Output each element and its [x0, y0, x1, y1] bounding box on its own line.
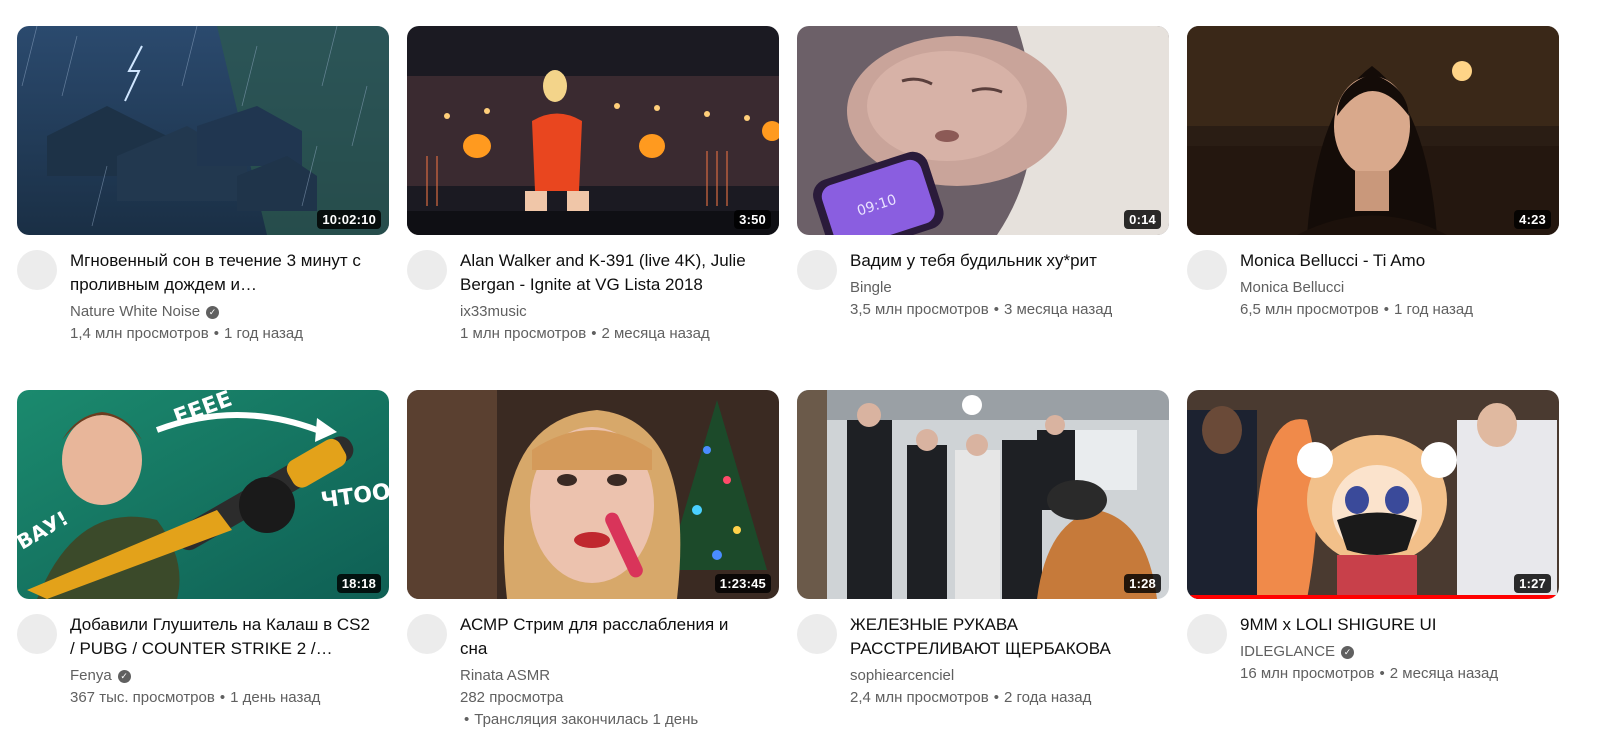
- channel-avatar[interactable]: [407, 614, 447, 654]
- video-card[interactable]: EEEE ЧТОО? ВАУ! 18:18 Добавили Глушитель…: [17, 390, 389, 754]
- watch-progress-fill: [1187, 595, 1559, 599]
- video-card[interactable]: 4:23 Monica Bellucci - Ti Amo Monica Bel…: [1187, 26, 1559, 390]
- gamer-silencer-thumbnail: EEEE ЧТОО? ВАУ!: [17, 390, 389, 599]
- video-stats: 1,4 млн просмотров • 1 год назад: [70, 325, 303, 342]
- video-thumbnail[interactable]: 1:28: [797, 390, 1169, 599]
- video-stats: 1 млн просмотров • 2 месяца назад: [460, 325, 710, 342]
- asmr-christmas-thumbnail: [407, 390, 779, 599]
- channel-avatar[interactable]: [1187, 614, 1227, 654]
- rainy-village-thumbnail: [17, 26, 389, 235]
- channel-avatar[interactable]: [17, 614, 57, 654]
- channel-name[interactable]: Monica Bellucci: [1240, 277, 1540, 299]
- channel-name[interactable]: Rinata ASMR: [460, 665, 760, 687]
- verified-icon: ✓: [206, 305, 220, 319]
- channel-avatar[interactable]: [797, 614, 837, 654]
- video-card[interactable]: 1:27 9MM x LOLI SHIGURE UI IDLEGLANCE ✓ …: [1187, 390, 1559, 754]
- upload-age: Трансляция закончилась 1 день: [474, 711, 699, 728]
- channel-name[interactable]: sophiearcenciel: [850, 665, 1150, 687]
- duration-badge: 10:02:10: [317, 210, 381, 229]
- video-stats: 3,5 млн просмотров • 3 месяца назад: [850, 301, 1113, 318]
- channel-name[interactable]: IDLEGLANCE ✓: [1240, 641, 1540, 663]
- video-card[interactable]: 1:23:45 АСМР Стрим для расслабления и сн…: [407, 390, 779, 754]
- duration-badge: 1:23:45: [714, 574, 771, 593]
- channel-avatar[interactable]: [1187, 250, 1227, 290]
- verified-icon: ✓: [1341, 645, 1355, 659]
- video-title[interactable]: Мгновенный сон в течение 3 минут с проли…: [70, 249, 370, 297]
- upload-age: 1 год назад: [223, 325, 303, 342]
- view-count: 16 млн просмотров: [1240, 665, 1375, 682]
- channel-avatar[interactable]: [407, 250, 447, 290]
- verified-icon: ✓: [117, 669, 131, 683]
- channel-name-text[interactable]: IDLEGLANCE: [1240, 641, 1335, 663]
- upload-age: 2 месяца назад: [1389, 665, 1499, 682]
- video-stats: 367 тыс. просмотров • 1 день назад: [70, 689, 321, 706]
- channel-name-text[interactable]: Rinata ASMR: [460, 665, 550, 687]
- upload-age: 2 месяца назад: [601, 325, 710, 342]
- channel-name[interactable]: Fenya ✓: [70, 665, 370, 687]
- video-thumbnail[interactable]: 10:02:10: [17, 26, 389, 235]
- duration-badge: 1:28: [1124, 574, 1161, 593]
- concert-stage-thumbnail: [407, 26, 779, 235]
- video-thumbnail[interactable]: 09:10 0:14: [797, 26, 1169, 235]
- video-card[interactable]: 10:02:10 Мгновенный сон в течение 3 мину…: [17, 26, 389, 390]
- video-thumbnail[interactable]: 3:50: [407, 26, 779, 235]
- channel-name-text[interactable]: Fenya: [70, 665, 112, 687]
- video-title[interactable]: 9MM x LOLI SHIGURE UI: [1240, 613, 1540, 637]
- channel-name-text[interactable]: Monica Bellucci: [1240, 277, 1344, 299]
- video-title[interactable]: АСМР Стрим для расслабления и сна: [460, 613, 760, 661]
- duration-badge: 3:50: [734, 210, 771, 229]
- anime-rappers-thumbnail: [1187, 390, 1559, 599]
- channel-name[interactable]: Bingle: [850, 277, 1150, 299]
- duration-badge: 0:14: [1124, 210, 1161, 229]
- video-thumbnail[interactable]: 1:27: [1187, 390, 1559, 599]
- upload-age: 1 день назад: [230, 689, 321, 706]
- woman-portrait-thumbnail: [1187, 26, 1559, 235]
- video-stats: 2,4 млн просмотров • 2 года назад: [850, 689, 1092, 706]
- duration-badge: 1:27: [1514, 574, 1551, 593]
- upload-age: 1 год назад: [1393, 301, 1473, 318]
- video-title[interactable]: Monica Bellucci - Ti Amo: [1240, 249, 1540, 273]
- channel-name-text[interactable]: Nature White Noise: [70, 301, 200, 323]
- channel-name[interactable]: ix33music: [460, 301, 760, 323]
- channel-name-text[interactable]: Bingle: [850, 277, 892, 299]
- view-count: 1,4 млн просмотров: [70, 325, 209, 342]
- channel-name[interactable]: Nature White Noise ✓: [70, 301, 370, 323]
- watch-progress-bar: [1187, 595, 1559, 599]
- video-thumbnail[interactable]: EEEE ЧТОО? ВАУ! 18:18: [17, 390, 389, 599]
- video-card[interactable]: 09:10 0:14 Вадим у тебя будильник ху*рит…: [797, 26, 1169, 390]
- video-card[interactable]: 1:28 ЖЕЛЕЗНЫЕ РУКАВА РАССТРЕЛИВАЮТ ЩЕРБА…: [797, 390, 1169, 754]
- video-grid: 10:02:10 Мгновенный сон в течение 3 мину…: [17, 26, 1559, 754]
- view-count: 367 тыс. просмотров: [70, 689, 215, 706]
- video-card[interactable]: 3:50 Alan Walker and K-391 (live 4K), Ju…: [407, 26, 779, 390]
- upload-age-line: • Трансляция закончилась 1 день: [464, 711, 699, 728]
- view-count: 1 млн просмотров: [460, 325, 587, 342]
- duration-badge: 18:18: [336, 574, 381, 593]
- men-in-suits-thumbnail: [797, 390, 1169, 599]
- upload-age: 3 месяца назад: [1003, 301, 1113, 318]
- channel-avatar[interactable]: [17, 250, 57, 290]
- view-count: 6,5 млн просмотров: [1240, 301, 1379, 318]
- channel-name-text[interactable]: sophiearcenciel: [850, 665, 954, 687]
- channel-avatar[interactable]: [797, 250, 837, 290]
- video-thumbnail[interactable]: 1:23:45: [407, 390, 779, 599]
- video-stats: 16 млн просмотров • 2 месяца назад: [1240, 665, 1499, 682]
- video-title[interactable]: Вадим у тебя будильник ху*рит: [850, 249, 1150, 273]
- view-count: 2,4 млн просмотров: [850, 689, 989, 706]
- sleeping-boy-phone-thumbnail: 09:10: [797, 26, 1169, 235]
- video-title[interactable]: ЖЕЛЕЗНЫЕ РУКАВА РАССТРЕЛИВАЮТ ЩЕРБАКОВА: [850, 613, 1150, 661]
- duration-badge: 4:23: [1514, 210, 1551, 229]
- view-count: 282 просмотра: [460, 689, 564, 706]
- upload-age: 2 года назад: [1003, 689, 1092, 706]
- video-title[interactable]: Добавили Глушитель на Калаш в CS2 / PUBG…: [70, 613, 370, 661]
- video-title[interactable]: Alan Walker and K-391 (live 4K), Julie B…: [460, 249, 760, 297]
- video-stats: 6,5 млн просмотров • 1 год назад: [1240, 301, 1473, 318]
- video-thumbnail[interactable]: 4:23: [1187, 26, 1559, 235]
- channel-name-text[interactable]: ix33music: [460, 301, 527, 323]
- view-count: 3,5 млн просмотров: [850, 301, 989, 318]
